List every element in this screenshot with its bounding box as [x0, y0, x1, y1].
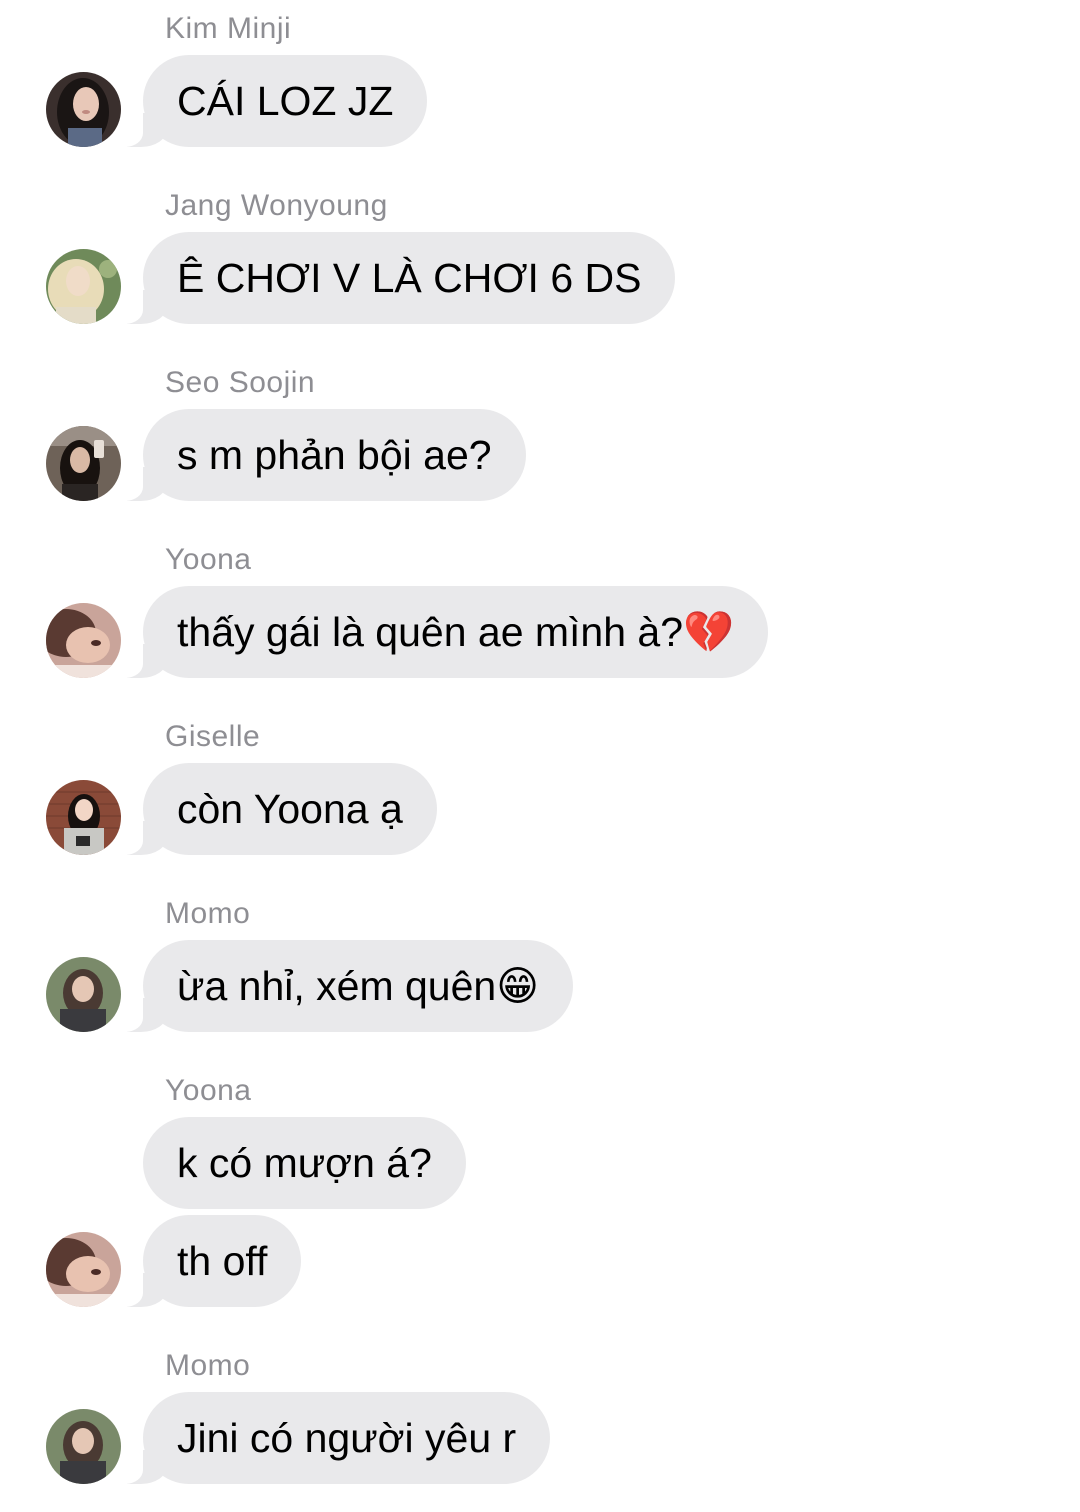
sender-name: Jang Wonyoung: [165, 189, 388, 222]
avatar-jang-wonyoung[interactable]: [46, 249, 121, 324]
message-bubble[interactable]: còn Yoona ạ: [115, 763, 437, 855]
avatar-photo-icon: [46, 72, 121, 147]
sender-name: Kim Minji: [165, 12, 292, 45]
message-bubble[interactable]: Jini có người yêu r: [114, 1392, 551, 1484]
message-bubble[interactable]: k có mượn á?: [143, 1117, 466, 1209]
avatar-photo-icon: [46, 603, 121, 678]
avatar-yoona[interactable]: [46, 1232, 121, 1307]
sender-name: Yoona: [165, 543, 252, 576]
message-bubble[interactable]: s m phản bội ae?: [115, 409, 526, 501]
avatar-photo-icon: [46, 1409, 121, 1484]
avatar-photo-icon: [46, 1232, 121, 1307]
avatar-giselle[interactable]: [46, 780, 121, 855]
avatar-momo[interactable]: [46, 957, 121, 1032]
message-bubble[interactable]: Ê CHƠI V LÀ CHƠI 6 DS: [114, 232, 676, 324]
sender-name: Momo: [165, 1349, 251, 1382]
message-bubble[interactable]: ừa nhỉ, xém quên😁: [115, 940, 573, 1032]
sender-name: Seo Soojin: [165, 366, 316, 399]
sender-name: Momo: [165, 897, 251, 930]
avatar-photo-icon: [46, 780, 121, 855]
message-bubble[interactable]: CÁI LOZ JZ: [114, 55, 428, 147]
avatar-kim-minji[interactable]: [46, 72, 121, 147]
avatar-seo-soojin[interactable]: [46, 426, 121, 501]
avatar-yoona[interactable]: [46, 603, 121, 678]
avatar-photo-icon: [46, 957, 121, 1032]
message-bubble[interactable]: th off: [114, 1215, 302, 1307]
message-bubble[interactable]: thấy gái là quên ae mình à?💔: [114, 586, 769, 678]
sender-name: Yoona: [165, 1074, 252, 1107]
avatar-momo[interactable]: [46, 1409, 121, 1484]
avatar-photo-icon: [46, 249, 121, 324]
avatar-photo-icon: [46, 426, 121, 501]
sender-name: Giselle: [165, 720, 261, 753]
